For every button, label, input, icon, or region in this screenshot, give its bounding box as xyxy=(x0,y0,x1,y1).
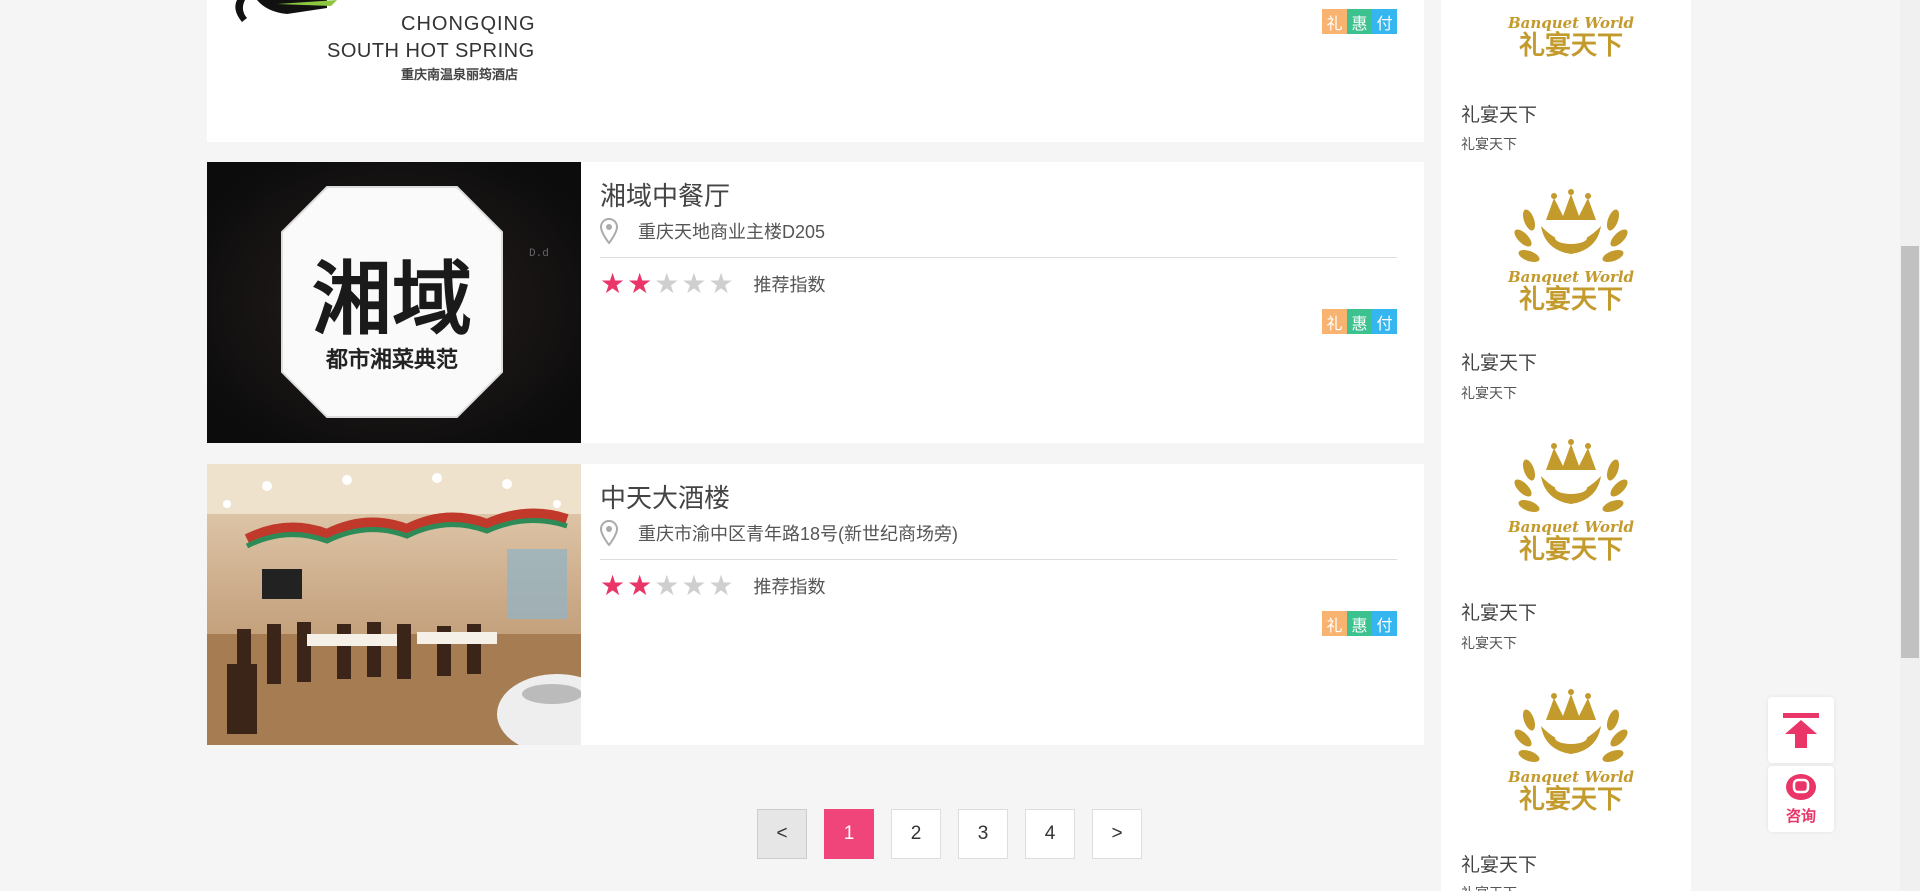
restaurant-name[interactable]: 湘域中餐厅 xyxy=(600,176,730,213)
tag-pay: 付 xyxy=(1372,611,1397,636)
rating-label: 推荐指数 xyxy=(753,275,826,295)
location-pin-icon xyxy=(600,218,626,244)
logo-line2: SOUTH HOT SPRING xyxy=(327,40,535,62)
divider xyxy=(600,257,1397,258)
logo-cn: 礼宴天下 xyxy=(1519,534,1623,565)
payment-tags: 礼 惠 付 xyxy=(1322,611,1397,636)
logo-text: Banquet World xyxy=(1507,518,1635,536)
chat-bubble-icon xyxy=(1786,773,1816,800)
restaurant-photo[interactable]: 湘域 都市湘菜典范 D.d xyxy=(207,162,581,443)
sidebar-item-subtitle: 礼宴天下 xyxy=(1461,635,1517,651)
svg-text:D.d: D.d xyxy=(529,248,549,260)
banquet-world-logo[interactable]: Banquet World 礼宴天下 xyxy=(1491,0,1651,70)
xiangyu-sign-photo: 湘域 都市湘菜典范 D.d xyxy=(207,162,581,443)
star-icon: ★ xyxy=(654,268,680,299)
sign-title: 湘域 xyxy=(312,253,472,346)
consult-button[interactable]: 咨询 xyxy=(1768,766,1834,832)
dining-hall-photo xyxy=(207,464,581,745)
logo-line1: CHONGQING xyxy=(401,13,536,35)
tag-discount: 惠 xyxy=(1347,9,1372,34)
restaurant-card[interactable]: 湘域 都市湘菜典范 D.d 湘域中餐厅 重庆天地商业主楼D205 ★ ★ ★ ★ xyxy=(207,162,1424,443)
sidebar-item[interactable]: Banquet World 礼宴天下 礼宴天下 礼宴天下 xyxy=(1461,680,1681,891)
page-button-2[interactable]: 2 xyxy=(891,809,941,859)
star-icon: ★ xyxy=(627,268,653,299)
address-text: 重庆市渝中区青年路18号(新世纪商场旁) xyxy=(638,524,959,544)
payment-tags: 礼 惠 付 xyxy=(1322,9,1397,34)
sidebar-item[interactable]: Banquet World 礼宴天下 礼宴天下 礼宴天下 xyxy=(1461,180,1681,410)
sidebar-item-subtitle: 礼宴天下 xyxy=(1461,883,1517,891)
restaurant-address: 重庆天地商业主楼D205 xyxy=(600,218,825,244)
logo-line3: 重庆南温泉丽筠酒店 xyxy=(401,67,518,83)
logo-cn: 礼宴天下 xyxy=(1519,30,1623,61)
restaurant-name[interactable]: 中天大酒楼 xyxy=(600,478,730,515)
rating: ★ ★ ★ ★ ★ 推荐指数 xyxy=(600,571,826,601)
rating-label: 推荐指数 xyxy=(753,577,826,597)
logo-text: Banquet World xyxy=(1507,268,1635,286)
sidebar-item-title[interactable]: 礼宴天下 xyxy=(1461,598,1537,625)
star-icon: ★ xyxy=(708,268,734,299)
sidebar-item-subtitle: 礼宴天下 xyxy=(1461,136,1517,152)
logo-cn: 礼宴天下 xyxy=(1519,284,1623,315)
sidebar-recommendations: Banquet World 礼宴天下 礼宴天下 礼宴天下 Banquet Wor… xyxy=(1441,0,1691,891)
arrow-up-to-line-icon xyxy=(1783,713,1819,748)
sidebar-item-title[interactable]: 礼宴天下 xyxy=(1461,100,1537,127)
sidebar-item[interactable]: Banquet World 礼宴天下 礼宴天下 礼宴天下 xyxy=(1461,430,1681,660)
sidebar-item-subtitle: 礼宴天下 xyxy=(1461,385,1517,401)
star-icon: ★ xyxy=(708,570,734,601)
sidebar-item[interactable]: Banquet World 礼宴天下 礼宴天下 礼宴天下 xyxy=(1461,0,1681,160)
star-icon: ★ xyxy=(681,268,707,299)
card-info: 礼 惠 付 xyxy=(600,0,1397,142)
star-icon: ★ xyxy=(654,570,680,601)
hotel-logo-image[interactable]: CHONGQING SOUTH HOT SPRING 重庆南温泉丽筠酒店 xyxy=(207,0,581,142)
restaurant-card[interactable]: 中天大酒楼 重庆市渝中区青年路18号(新世纪商场旁) ★ ★ ★ ★ ★ 推荐指… xyxy=(207,464,1424,745)
rating: ★ ★ ★ ★ ★ 推荐指数 xyxy=(600,269,826,299)
restaurant-card[interactable]: CHONGQING SOUTH HOT SPRING 重庆南温泉丽筠酒店 礼 惠… xyxy=(207,0,1424,142)
logo-text: Banquet World xyxy=(1507,14,1635,32)
star-icon: ★ xyxy=(600,268,626,299)
star-rating: ★ ★ ★ ★ ★ xyxy=(600,269,734,299)
divider xyxy=(600,559,1397,560)
tag-gift: 礼 xyxy=(1322,9,1347,34)
prev-page-button[interactable]: < xyxy=(757,809,807,859)
card-info: 湘域中餐厅 重庆天地商业主楼D205 ★ ★ ★ ★ ★ 推荐指数 礼 惠 付 xyxy=(600,162,1397,443)
tag-gift: 礼 xyxy=(1322,309,1347,334)
sign-subtitle: 都市湘菜典范 xyxy=(325,347,458,373)
star-icon: ★ xyxy=(627,570,653,601)
logo-text: Banquet World xyxy=(1507,768,1635,786)
banquet-world-logo[interactable]: Banquet World 礼宴天下 xyxy=(1491,430,1651,570)
sidebar-item-title[interactable]: 礼宴天下 xyxy=(1461,850,1537,877)
payment-tags: 礼 惠 付 xyxy=(1322,309,1397,334)
address-text: 重庆天地商业主楼D205 xyxy=(638,222,826,242)
star-icon: ★ xyxy=(681,570,707,601)
page-scrollbar[interactable] xyxy=(1900,0,1920,891)
sidebar-item-title[interactable]: 礼宴天下 xyxy=(1461,348,1537,375)
page-button-1[interactable]: 1 xyxy=(824,809,874,859)
back-to-top-button[interactable] xyxy=(1768,697,1834,763)
page-button-4[interactable]: 4 xyxy=(1025,809,1075,859)
tag-gift: 礼 xyxy=(1322,611,1347,636)
consult-label: 咨询 xyxy=(1785,807,1816,825)
next-page-button[interactable]: > xyxy=(1092,809,1142,859)
hot-spring-logo: CHONGQING SOUTH HOT SPRING 重庆南温泉丽筠酒店 xyxy=(235,0,536,83)
pagination: < 1 2 3 4 > xyxy=(757,809,1142,859)
tag-pay: 付 xyxy=(1372,309,1397,334)
scrollbar-thumb[interactable] xyxy=(1901,246,1919,658)
tag-pay: 付 xyxy=(1372,9,1397,34)
logo-cn: 礼宴天下 xyxy=(1519,784,1623,815)
star-icon: ★ xyxy=(600,570,626,601)
restaurant-address: 重庆市渝中区青年路18号(新世纪商场旁) xyxy=(600,520,958,546)
card-info: 中天大酒楼 重庆市渝中区青年路18号(新世纪商场旁) ★ ★ ★ ★ ★ 推荐指… xyxy=(600,464,1397,745)
tag-discount: 惠 xyxy=(1347,309,1372,334)
location-pin-icon xyxy=(600,520,626,546)
restaurant-photo[interactable] xyxy=(207,464,581,745)
tag-discount: 惠 xyxy=(1347,611,1372,636)
star-rating: ★ ★ ★ ★ ★ xyxy=(600,571,734,601)
banquet-world-logo[interactable]: Banquet World 礼宴天下 xyxy=(1491,680,1651,820)
banquet-world-logo[interactable]: Banquet World 礼宴天下 xyxy=(1491,180,1651,320)
page-button-3[interactable]: 3 xyxy=(958,809,1008,859)
